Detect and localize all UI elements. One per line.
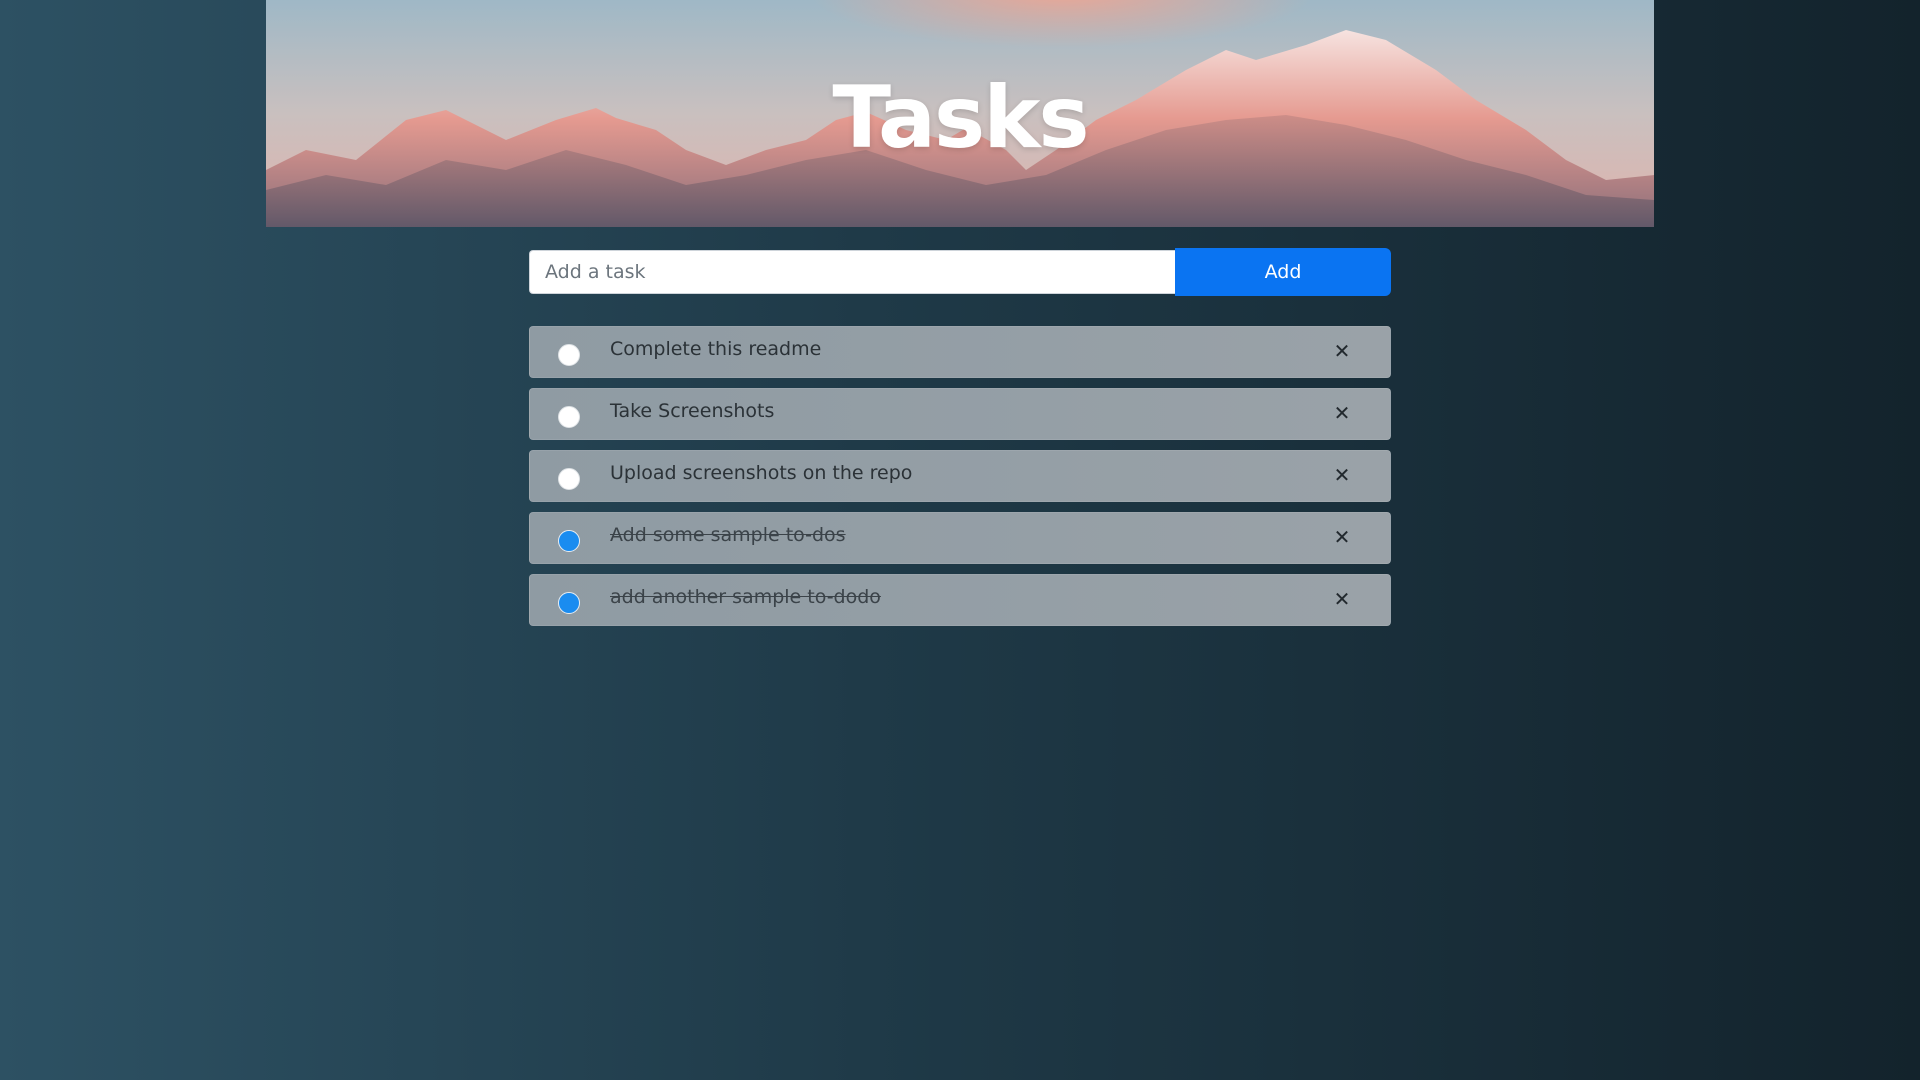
- task-item: Add some sample to-dos ✕: [529, 512, 1391, 564]
- task-toggle-checkbox[interactable]: [558, 592, 580, 614]
- close-icon[interactable]: ✕: [1328, 399, 1356, 427]
- task-label: add another sample to-dodo: [610, 586, 881, 608]
- add-button[interactable]: Add: [1175, 248, 1391, 296]
- close-icon[interactable]: ✕: [1328, 461, 1356, 489]
- task-item: Complete this readme ✕: [529, 326, 1391, 378]
- task-list: Complete this readme ✕ Take Screenshots …: [529, 326, 1391, 636]
- close-icon[interactable]: ✕: [1328, 337, 1356, 365]
- close-icon[interactable]: ✕: [1328, 585, 1356, 613]
- task-input[interactable]: [529, 250, 1175, 294]
- task-item: Upload screenshots on the repo ✕: [529, 450, 1391, 502]
- header-banner: Tasks: [266, 0, 1654, 227]
- task-toggle-checkbox[interactable]: [558, 344, 580, 366]
- add-task-form: Add: [529, 248, 1391, 296]
- task-label: Take Screenshots: [610, 400, 775, 422]
- task-item: Take Screenshots ✕: [529, 388, 1391, 440]
- page-title: Tasks: [832, 68, 1089, 168]
- task-toggle-checkbox[interactable]: [558, 406, 580, 428]
- task-label: Complete this readme: [610, 338, 822, 360]
- task-item: add another sample to-dodo ✕: [529, 574, 1391, 626]
- task-toggle-checkbox[interactable]: [558, 530, 580, 552]
- close-icon[interactable]: ✕: [1328, 523, 1356, 551]
- task-toggle-checkbox[interactable]: [558, 468, 580, 490]
- task-label: Add some sample to-dos: [610, 524, 846, 546]
- task-label: Upload screenshots on the repo: [610, 462, 913, 484]
